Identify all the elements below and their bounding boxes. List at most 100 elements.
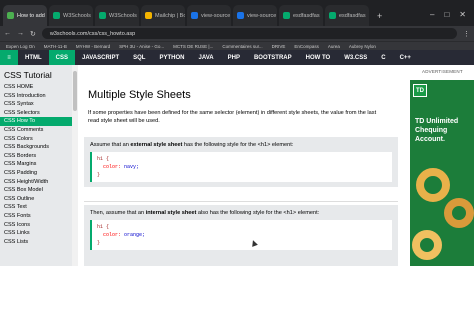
tab-label: esdfasdfas [293,12,320,19]
donut-image [416,168,450,202]
sidebar-item[interactable]: CSS Colors [0,135,72,144]
browser-tab[interactable]: esdfasdfas [325,5,369,26]
browser-tab[interactable]: esdfasdfas [279,5,323,26]
reload-icon[interactable]: ↻ [30,30,36,38]
sidebar-item[interactable]: CSS Links [0,229,72,238]
browser-tab[interactable]: Mailchip | Boo [141,5,185,26]
donut-image [412,230,442,260]
menu-icon[interactable]: ≡ [0,50,18,65]
nav-item-w3css[interactable]: W3.CSS [337,50,374,65]
favicon-icon [283,12,290,19]
sidebar-item[interactable]: CSS Borders [0,152,72,161]
extension-icon[interactable]: ⋮ [463,30,470,38]
sidebar-item[interactable]: CSS Backgrounds [0,143,72,152]
browser-tab[interactable]: W3Schools [95,5,139,26]
sidebar-item[interactable]: CSS Margins [0,160,72,169]
browser-tab[interactable]: W3Schools [49,5,93,26]
favicon-icon [191,12,198,19]
bookmark-item[interactable]: EnCompass [294,44,319,49]
nav-item-sql[interactable]: SQL [126,50,152,65]
tab-label: view-source [247,12,277,19]
favicon-icon [7,12,14,19]
code-block: h1 { color: orange; } [90,220,392,250]
td-logo: TD [413,84,427,97]
bookmark-item[interactable]: Commentaires sur... [222,44,262,49]
nav-item-java[interactable]: JAVA [192,50,221,65]
scrollbar-thumb[interactable] [73,71,77,111]
td-advertisement[interactable]: TD TD Unlimited Chequing Account. [410,80,474,266]
ad-headline: TD Unlimited Chequing Account. [415,118,459,143]
intro-text: If some properties have been defined for… [88,110,377,124]
box-text: Then, assume that an internal style shee… [90,210,320,216]
maximize-icon[interactable]: □ [444,10,449,19]
sidebar-item[interactable]: CSS Syntax [0,100,72,109]
sidebar-item[interactable]: CSS Introduction [0,92,72,101]
advertisement-label: ADVERTISEMENT [422,69,463,74]
sidebar-item[interactable]: CSS Comments [0,126,72,135]
window-controls: – □ ✕ [430,10,474,26]
sidebar: CSS Tutorial CSS HOME CSS Introduction CSS… [0,65,72,266]
minimize-icon[interactable]: – [430,10,434,19]
favicon-icon [145,12,152,19]
bookmark-item[interactable]: DRIVE [272,44,286,49]
tab-label: esdfasdfas [339,12,366,19]
sidebar-item[interactable]: CSS Icons [0,221,72,230]
sidebar-item[interactable]: CSS Height/Width [0,178,72,187]
close-icon[interactable]: ✕ [459,10,466,19]
nav-item-c[interactable]: C [374,50,392,65]
address-bar: ← → ↻ w3schools.com/css/css_howto.asp ⋮ [0,26,474,41]
sidebar-item[interactable]: CSS How To [0,117,72,126]
forward-icon[interactable]: → [17,30,24,37]
tab-label: Mailchip | Boo [155,12,185,19]
bookmark-item[interactable]: MYHW - Bernard [76,44,110,49]
bookmark-item[interactable]: Aurea [328,44,340,49]
back-icon[interactable]: ← [4,30,11,37]
bookmarks-bar: Expen Log On MATH-11-B MYHW - Bernard SPH 3… [0,41,474,50]
favicon-icon [99,12,106,19]
bookmark-item[interactable]: Expen Log On [6,44,35,49]
tab-label: How to add [17,12,45,19]
bookmark-item[interactable]: Aubrey Nylon [349,44,376,49]
code-property: color: [103,164,122,170]
tab-strip: How to add W3Schools W3Schools Mailchip | B… [0,0,474,26]
main-content: Multiple Style Sheets If some properties… [78,65,400,266]
nav-item-css[interactable]: CSS [48,50,76,65]
sidebar-item[interactable]: CSS HOME [0,83,72,92]
sidebar-item[interactable]: CSS Fonts [0,212,72,221]
sidebar-item[interactable]: CSS Box Model [0,186,72,195]
code-block: h1 { color: navy; } [90,152,392,182]
nav-item-javascript[interactable]: JAVASCRIPT [75,50,126,65]
tab-label: W3Schools [63,12,91,19]
nav-item-c++[interactable]: C++ [393,50,418,65]
nav-item-html[interactable]: HTML [18,50,49,65]
sidebar-item[interactable]: CSS Padding [0,169,72,178]
sidebar-item[interactable]: CSS Selectors [0,109,72,118]
nav-item-howto[interactable]: HOW TO [299,50,338,65]
donut-image [444,198,474,228]
sidebar-item[interactable]: CSS Text [0,203,72,212]
ad-column: ADVERTISEMENT TD TD Unlimited Chequing A… [400,65,474,266]
sidebar-item[interactable]: CSS Outline [0,195,72,204]
code-property: color: [103,232,122,238]
new-tab-button[interactable]: + [371,11,388,26]
favicon-icon [329,12,336,19]
tab-label: view-source [201,12,231,19]
browser-tab[interactable]: view-source [233,5,277,26]
bookmark-item[interactable]: MCTS DE RUSE |... [173,44,213,49]
browser-tab[interactable]: view-source [187,5,231,26]
url-field[interactable]: w3schools.com/css/css_howto.asp [41,28,457,39]
nav-item-python[interactable]: PYTHON [152,50,191,65]
page-title: Multiple Style Sheets [88,89,191,101]
nav-item-php[interactable]: PHP [221,50,247,65]
example-box-internal: Then, assume that an internal style shee… [84,205,398,266]
browser-tab[interactable]: How to add [3,5,47,26]
bookmark-item[interactable]: SPH 3U - Anise - Go... [119,44,164,49]
sidebar-item[interactable]: CSS Lists [0,238,72,247]
bookmark-item[interactable]: MATH-11-B [44,44,67,49]
sidebar-title: CSS Tutorial [4,70,52,80]
code-value: navy; [124,164,140,170]
tab-label: W3Schools [109,12,137,19]
favicon-icon [237,12,244,19]
box-text: Assume that an external style sheet has … [90,142,294,148]
nav-item-bootstrap[interactable]: BOOTSTRAP [247,50,299,65]
